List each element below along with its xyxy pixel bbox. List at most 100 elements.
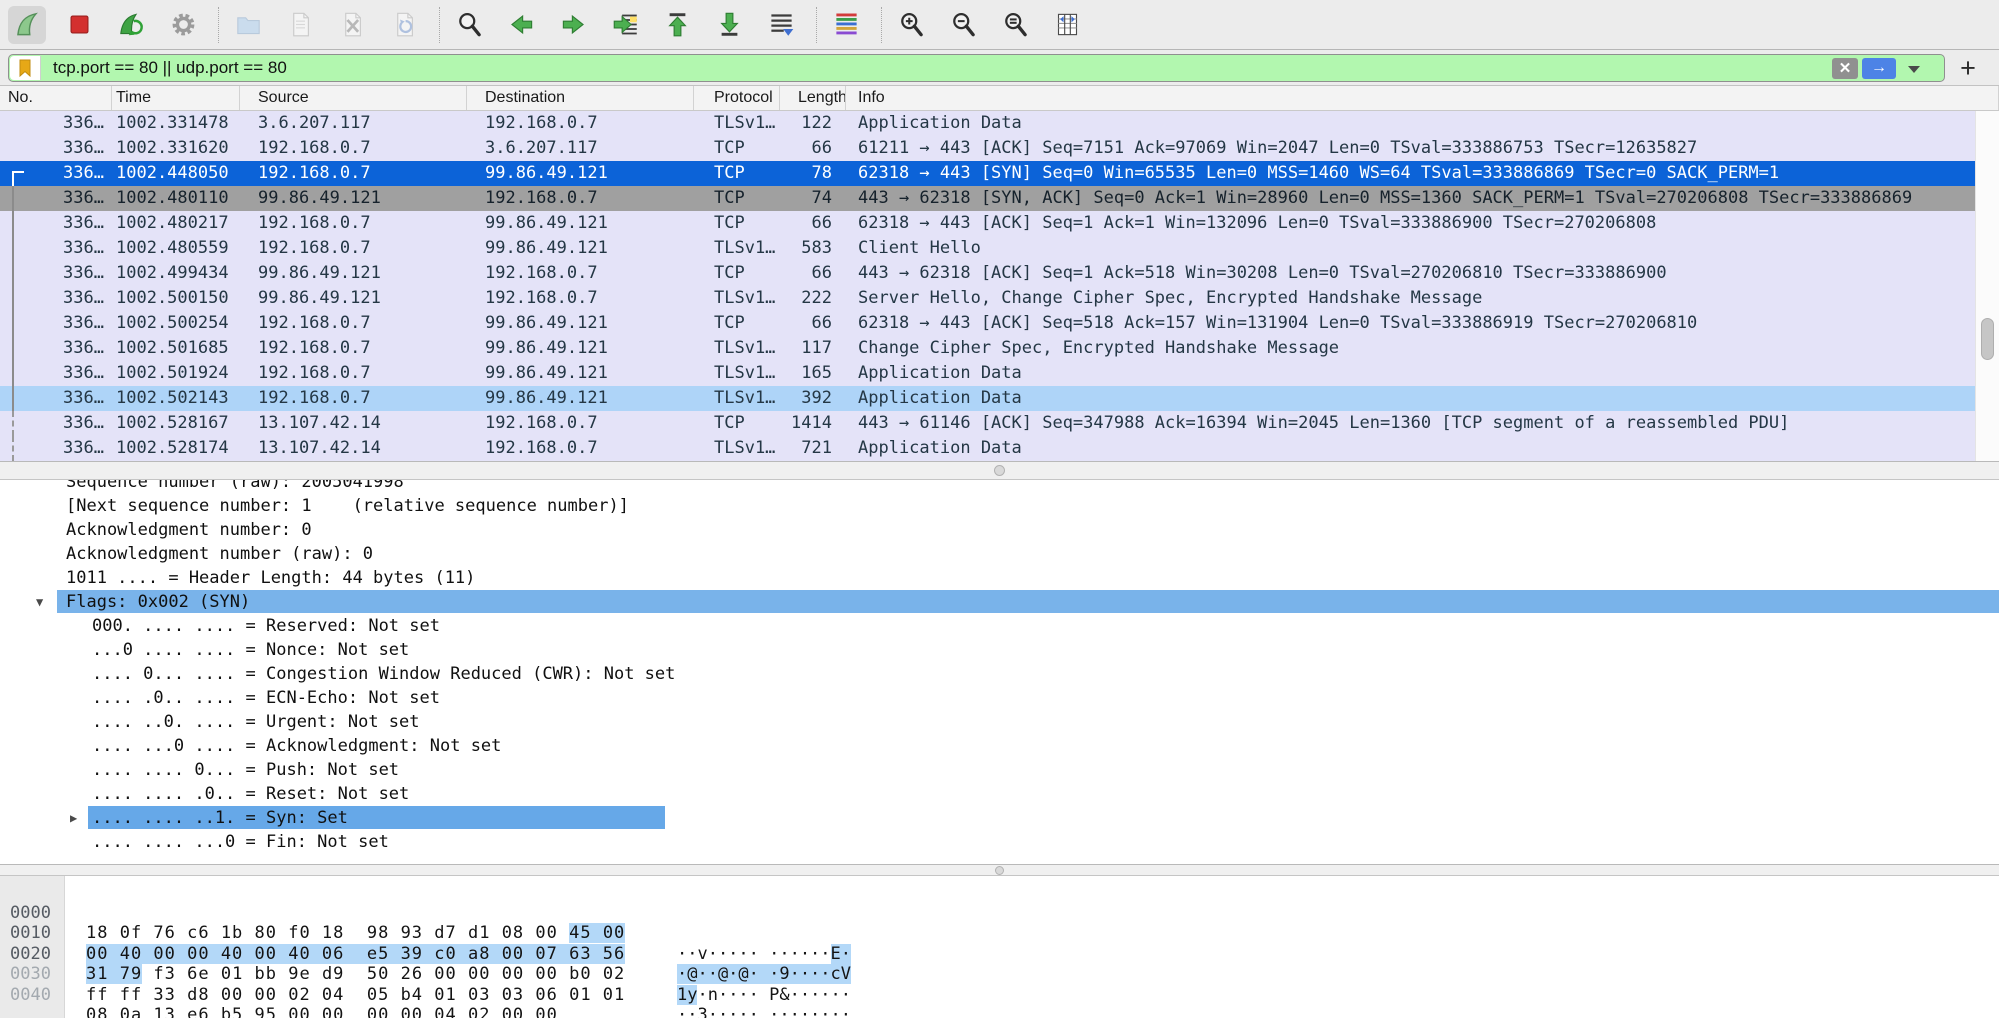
packet-info-cell: 62318 → 443 [ACK] Seq=518 Ack=157 Win=13… [846, 311, 1975, 336]
display-filter-input[interactable]: tcp.port == 80 || udp.port == 80 ✕ → [8, 54, 1945, 82]
zoom-in-button[interactable] [892, 6, 930, 44]
detail-text: .... 0... .... = Congestion Window Reduc… [92, 662, 675, 686]
stop-capture-button[interactable] [60, 6, 98, 44]
hex-row[interactable]: 0040 08 0a 13 e6 b5 95 00 00 00 00 04 02… [0, 964, 1999, 985]
details-bytes-splitter[interactable] [0, 864, 1999, 876]
packet-length-cell: 721 [780, 436, 846, 461]
detail-tree-row[interactable]: ▶ .... .... ..1. = Syn: Set [0, 806, 1999, 830]
detail-tree-row[interactable]: Acknowledgment number: 0 [0, 518, 1999, 542]
splitter-handle[interactable] [995, 866, 1004, 875]
detail-tree-row[interactable]: ▼ Flags: 0x002 (SYN) [0, 590, 1999, 614]
hex-ascii[interactable]: ··3····· ········ [677, 1005, 851, 1018]
resize-columns-icon [1054, 11, 1081, 38]
detail-tree-row[interactable]: .... .0.. .... = ECN-Echo: Not set [0, 686, 1999, 710]
detail-tree-row[interactable]: .... .... .0.. = Reset: Not set [0, 782, 1999, 806]
colorize-packets-button[interactable] [827, 6, 865, 44]
detail-tree-row[interactable]: ...0 .... .... = Nonce: Not set [0, 638, 1999, 662]
detail-tree-row[interactable]: [Next sequence number: 1 (relative seque… [0, 494, 1999, 518]
packet-row[interactable]: 336… 1002.480110 99.86.49.121 192.168.0.… [0, 186, 1975, 211]
expander-icon[interactable]: ▶ [70, 806, 77, 830]
hex-row[interactable]: 0030 ff ff 33 d8 00 00 02 04 05 b4 01 03… [0, 944, 1999, 965]
expander-icon[interactable]: ▼ [36, 590, 43, 614]
start-capture-button[interactable] [8, 6, 46, 44]
filter-add-button[interactable]: + [1953, 51, 1983, 85]
go-forward-button[interactable] [554, 6, 592, 44]
detail-tree-row[interactable]: .... .... ...0 = Fin: Not set [0, 830, 1999, 854]
resize-columns-button[interactable] [1048, 6, 1086, 44]
detail-tree-row[interactable]: .... ..0. .... = Urgent: Not set [0, 710, 1999, 734]
detail-tree-row[interactable]: Acknowledgment number (raw): 0 [0, 542, 1999, 566]
column-header-len[interactable]: Length [780, 86, 846, 110]
filter-apply-button[interactable]: → [1862, 58, 1896, 79]
packet-list-scrollbar[interactable] [1975, 111, 1999, 461]
hex-bytes[interactable]: ff ff 33 d8 00 00 02 04 05 b4 01 03 03 0… [86, 985, 625, 1006]
hex-ascii[interactable]: 1y·n···· P&······ [677, 985, 851, 1006]
conversation-marker-icon [12, 386, 24, 411]
detail-tree-row[interactable]: .... 0... .... = Congestion Window Reduc… [0, 662, 1999, 686]
go-last-button[interactable] [710, 6, 748, 44]
find-packet-button[interactable] [450, 6, 488, 44]
detail-tree-row[interactable]: Sequence number (raw): 2005041998 [0, 480, 1999, 494]
list-details-splitter[interactable] [0, 461, 1999, 480]
packet-row[interactable]: 336… 1002.480559 192.168.0.7 99.86.49.12… [0, 236, 1975, 261]
hex-bytes[interactable]: 08 0a 13 e6 b5 95 00 00 00 00 04 02 00 0… [86, 1005, 558, 1018]
hex-row[interactable]: 0000 18 0f 76 c6 1b 80 f0 18 98 93 d7 d1… [0, 882, 1999, 903]
packet-row[interactable]: 336… 1002.480217 192.168.0.7 99.86.49.12… [0, 211, 1975, 236]
packet-row[interactable]: 336… 1002.528167 13.107.42.14 192.168.0.… [0, 411, 1975, 436]
detail-text: .... ...0 .... = Acknowledgment: Not set [92, 734, 501, 758]
packet-length-cell: 392 [780, 386, 846, 411]
splitter-handle[interactable] [994, 465, 1005, 476]
save-file-button[interactable] [281, 6, 319, 44]
open-file-button[interactable] [229, 6, 267, 44]
packet-row[interactable]: 336… 1002.331620 192.168.0.7 3.6.207.117… [0, 136, 1975, 161]
zoom-original-icon [1002, 11, 1029, 38]
hex-row[interactable]: 0020 31 79 f3 6e 01 bb 9e d9 50 26 00 00… [0, 923, 1999, 944]
scrollbar-thumb[interactable] [1981, 318, 1994, 360]
column-header-info[interactable]: Info [846, 86, 1999, 110]
go-to-packet-button[interactable] [606, 6, 644, 44]
packet-row[interactable]: 336… 1002.499434 99.86.49.121 192.168.0.… [0, 261, 1975, 286]
conversation-marker-icon [12, 286, 24, 311]
packet-source-cell: 192.168.0.7 [240, 161, 467, 186]
packet-row[interactable]: 336… 1002.528174 13.107.42.14 192.168.0.… [0, 436, 1975, 461]
filter-bookmark-button[interactable] [10, 56, 41, 80]
packet-row[interactable]: 336… 1002.500150 99.86.49.121 192.168.0.… [0, 286, 1975, 311]
toolbar-separator [816, 7, 817, 43]
column-header-src[interactable]: Source [240, 86, 467, 110]
conversation-marker-icon [12, 136, 22, 161]
auto-scroll-button[interactable] [762, 6, 800, 44]
close-file-button[interactable] [333, 6, 371, 44]
packet-row[interactable]: 336… 1002.500254 192.168.0.7 99.86.49.12… [0, 311, 1975, 336]
column-header-proto[interactable]: Protocol [694, 86, 780, 110]
packet-row[interactable]: 336… 1002.448050 192.168.0.7 99.86.49.12… [0, 161, 1975, 186]
detail-tree-row[interactable]: .... .... 0... = Push: Not set [0, 758, 1999, 782]
packet-protocol-cell: TCP [694, 261, 780, 286]
zoom-original-button[interactable] [996, 6, 1034, 44]
packet-source-cell: 192.168.0.7 [240, 386, 467, 411]
hex-row[interactable]: 0010 00 40 00 00 40 00 40 06 e5 39 c0 a8… [0, 903, 1999, 924]
packet-info-cell: Application Data [846, 111, 1975, 136]
zoom-out-button[interactable] [944, 6, 982, 44]
restart-capture-button[interactable] [112, 6, 150, 44]
reload-file-button[interactable] [385, 6, 423, 44]
packet-info-cell: Change Cipher Spec, Encrypted Handshake … [846, 336, 1975, 361]
packet-row[interactable]: 336… 1002.501924 192.168.0.7 99.86.49.12… [0, 361, 1975, 386]
packet-source-cell: 99.86.49.121 [240, 186, 467, 211]
capture-options-button[interactable] [164, 6, 202, 44]
detail-tree-row[interactable]: .... ...0 .... = Acknowledgment: Not set [0, 734, 1999, 758]
filter-clear-button[interactable]: ✕ [1832, 58, 1858, 79]
filter-dropdown-caret[interactable] [1908, 66, 1920, 73]
detail-tree-row[interactable]: 000. .... .... = Reserved: Not set [0, 614, 1999, 638]
display-filter-text[interactable]: tcp.port == 80 || udp.port == 80 [53, 55, 287, 81]
packet-row[interactable]: 336… 1002.501685 192.168.0.7 99.86.49.12… [0, 336, 1975, 361]
selection-band [57, 590, 1999, 613]
go-first-button[interactable] [658, 6, 696, 44]
detail-tree-row[interactable]: 1011 .... = Header Length: 44 bytes (11) [0, 566, 1999, 590]
column-header-no[interactable]: No. [0, 86, 112, 110]
packet-info-cell: Application Data [846, 386, 1975, 411]
column-header-dst[interactable]: Destination [467, 86, 694, 110]
packet-row[interactable]: 336… 1002.331478 3.6.207.117 192.168.0.7… [0, 111, 1975, 136]
column-header-time[interactable]: Time [112, 86, 240, 110]
packet-row[interactable]: 336… 1002.502143 192.168.0.7 99.86.49.12… [0, 386, 1975, 411]
go-back-button[interactable] [502, 6, 540, 44]
